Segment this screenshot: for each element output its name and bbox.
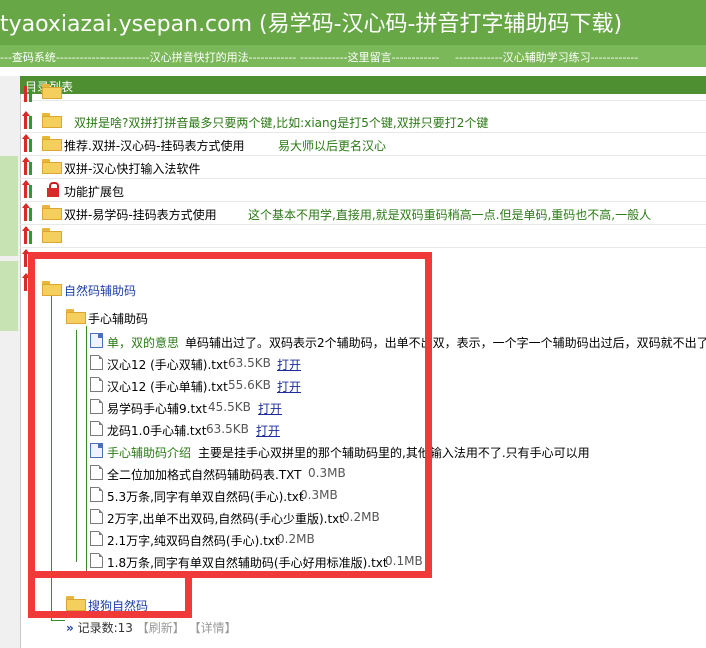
highlight-box (28, 576, 192, 618)
refresh-link[interactable]: 【刷新】 (137, 621, 185, 635)
tree-row[interactable]: 功能扩展包 (20, 179, 706, 202)
tree-row[interactable]: 双拼-易学码-挂码表方式使用 这个基本不用学,直接用,就是双码重码稍高一点.但是… (20, 202, 706, 225)
sort-handle-icon[interactable] (22, 203, 37, 221)
folder-icon (42, 159, 62, 174)
folder-icon (42, 84, 62, 99)
folder-icon (42, 113, 62, 128)
chevron-right-icon: » (66, 621, 74, 635)
sort-handle-icon[interactable] (23, 86, 37, 102)
detail-link[interactable]: 【详情】 (189, 621, 237, 635)
tree-row[interactable]: 推荐.双拼-汉心码-挂码表方式使用 易大师以后更名汉心 (20, 133, 706, 156)
sort-handle-icon[interactable] (22, 226, 37, 244)
row-description: 这个基本不用学,直接用,就是双码重码稍高一点.但是单码,重码也不高,一般人 (248, 208, 652, 222)
highlight-box (28, 252, 432, 578)
nav-query-system[interactable]: ---查码系统------------ (0, 49, 104, 65)
tree-row[interactable] (20, 225, 706, 248)
row-title[interactable]: 双拼是啥?双拼打拼音最多只要两个键,比如:xiang是打5个键,双拼只要打2个键 (74, 114, 488, 131)
sidebar-block (0, 261, 18, 331)
left-sidebar (0, 76, 21, 648)
site-title: tyaoxiazai.ysepan.com (易学码-汉心码-拼音打字辅助码下载… (0, 12, 623, 37)
nav-guestbook[interactable]: ------------这里留言------------ (300, 49, 439, 65)
site-header: tyaoxiazai.ysepan.com (易学码-汉心码-拼音打字辅助码下载… (0, 0, 706, 45)
tree-row[interactable]: 双拼-汉心快打输入法软件 (20, 156, 706, 179)
nav-bar: ---查码系统------------ ------------汉心拼音快打的用… (0, 45, 706, 67)
row-title[interactable]: 推荐.双拼-汉心码-挂码表方式使用 (64, 137, 244, 154)
sort-handle-icon[interactable] (22, 157, 37, 175)
row-title[interactable]: 功能扩展包 (64, 183, 124, 200)
tree-row[interactable]: 双拼是啥?双拼打拼音最多只要两个键,比如:xiang是打5个键,双拼只要打2个键 (20, 110, 706, 133)
row-description: 易大师以后更名汉心 (278, 139, 387, 153)
tree-row[interactable] (20, 84, 706, 102)
tree-line (51, 620, 65, 621)
record-count: » 记录数:13 【刷新】 【详情】 (66, 619, 237, 636)
sort-handle-icon[interactable] (22, 111, 37, 129)
sort-handle-icon[interactable] (22, 180, 37, 198)
sidebar-block (0, 156, 18, 256)
folder-icon (42, 205, 62, 220)
sort-handle-icon[interactable] (22, 134, 37, 152)
folder-icon (42, 136, 62, 151)
record-count-label: 记录数:13 (77, 621, 133, 635)
folder-icon (42, 228, 62, 243)
row-title[interactable]: 双拼-易学码-挂码表方式使用 (64, 206, 217, 223)
row-title[interactable]: 双拼-汉心快打输入法软件 (64, 160, 200, 177)
spacer (0, 67, 706, 76)
nav-practice[interactable]: ------------汉心辅助学习练习------------ (455, 49, 638, 65)
lock-icon (46, 182, 60, 197)
nav-usage[interactable]: ------------汉心拼音快打的用法------------ (102, 49, 296, 65)
